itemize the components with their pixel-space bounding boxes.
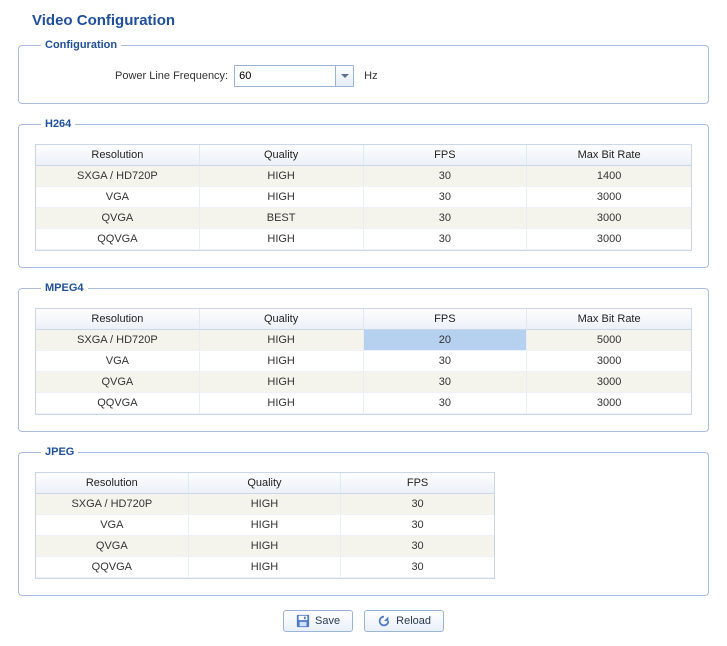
power-line-frequency-label: Power Line Frequency: bbox=[115, 70, 228, 82]
cell-quality[interactable]: HIGH bbox=[189, 557, 342, 578]
h264-col-quality[interactable]: Quality bbox=[200, 145, 364, 166]
power-line-frequency-input[interactable] bbox=[235, 66, 333, 86]
cell-resolution[interactable]: QVGA bbox=[36, 208, 200, 229]
reload-button[interactable]: Reload bbox=[364, 610, 444, 632]
cell-fps[interactable]: 30 bbox=[364, 166, 528, 187]
power-line-frequency-unit: Hz bbox=[364, 70, 377, 82]
cell-quality[interactable]: HIGH bbox=[200, 166, 364, 187]
cell-quality[interactable]: HIGH bbox=[189, 536, 342, 557]
cell-maxbitrate[interactable]: 5000 bbox=[527, 330, 691, 351]
cell-quality[interactable]: HIGH bbox=[189, 515, 342, 536]
power-line-frequency-select[interactable] bbox=[234, 65, 354, 87]
mpeg4-col-fps[interactable]: FPS bbox=[364, 309, 528, 330]
cell-fps[interactable]: 30 bbox=[341, 536, 494, 557]
button-bar: Save Reload bbox=[18, 610, 709, 632]
mpeg4-panel: MPEG4 Resolution Quality FPS Max Bit Rat… bbox=[18, 282, 709, 432]
cell-resolution[interactable]: VGA bbox=[36, 187, 200, 208]
save-button-label: Save bbox=[315, 615, 340, 627]
cell-fps[interactable]: 30 bbox=[364, 187, 528, 208]
table-row[interactable]: VGAHIGH30 bbox=[36, 515, 494, 536]
table-row[interactable]: VGAHIGH303000 bbox=[36, 351, 691, 372]
cell-resolution[interactable]: QVGA bbox=[36, 372, 200, 393]
cell-resolution[interactable]: SXGA / HD720P bbox=[36, 494, 189, 515]
table-row[interactable]: QVGABEST303000 bbox=[36, 208, 691, 229]
table-row[interactable]: QVGAHIGH303000 bbox=[36, 372, 691, 393]
cell-maxbitrate[interactable]: 3000 bbox=[527, 372, 691, 393]
cell-maxbitrate[interactable]: 3000 bbox=[527, 187, 691, 208]
reload-icon bbox=[377, 614, 391, 628]
h264-col-resolution[interactable]: Resolution bbox=[36, 145, 200, 166]
mpeg4-col-quality[interactable]: Quality bbox=[200, 309, 364, 330]
cell-resolution[interactable]: VGA bbox=[36, 351, 200, 372]
table-row[interactable]: QVGAHIGH30 bbox=[36, 536, 494, 557]
cell-fps[interactable]: 30 bbox=[364, 208, 528, 229]
cell-quality[interactable]: HIGH bbox=[200, 330, 364, 351]
h264-col-fps[interactable]: FPS bbox=[364, 145, 528, 166]
dropdown-trigger[interactable] bbox=[335, 66, 353, 86]
cell-fps[interactable]: 20 bbox=[364, 330, 528, 351]
cell-resolution[interactable]: QQVGA bbox=[36, 393, 200, 414]
cell-fps[interactable]: 30 bbox=[341, 515, 494, 536]
cell-maxbitrate[interactable]: 3000 bbox=[527, 351, 691, 372]
cell-quality[interactable]: HIGH bbox=[200, 393, 364, 414]
cell-fps[interactable]: 30 bbox=[364, 229, 528, 250]
h264-legend: H264 bbox=[41, 118, 75, 130]
table-row[interactable]: QQVGAHIGH303000 bbox=[36, 393, 691, 414]
jpeg-col-quality[interactable]: Quality bbox=[189, 473, 342, 494]
table-row[interactable]: SXGA / HD720PHIGH301400 bbox=[36, 166, 691, 187]
table-row[interactable]: SXGA / HD720PHIGH30 bbox=[36, 494, 494, 515]
cell-quality[interactable]: HIGH bbox=[200, 351, 364, 372]
cell-maxbitrate[interactable]: 3000 bbox=[527, 208, 691, 229]
table-row[interactable]: SXGA / HD720PHIGH205000 bbox=[36, 330, 691, 351]
cell-resolution[interactable]: QVGA bbox=[36, 536, 189, 557]
cell-maxbitrate[interactable]: 3000 bbox=[527, 229, 691, 250]
mpeg4-col-maxbitrate[interactable]: Max Bit Rate bbox=[527, 309, 691, 330]
cell-quality[interactable]: HIGH bbox=[200, 187, 364, 208]
configuration-panel: Configuration Power Line Frequency: Hz bbox=[18, 39, 709, 104]
cell-resolution[interactable]: QQVGA bbox=[36, 229, 200, 250]
cell-resolution[interactable]: SXGA / HD720P bbox=[36, 166, 200, 187]
h264-col-maxbitrate[interactable]: Max Bit Rate bbox=[527, 145, 691, 166]
mpeg4-col-resolution[interactable]: Resolution bbox=[36, 309, 200, 330]
jpeg-panel: JPEG Resolution Quality FPS SXGA / HD720… bbox=[18, 446, 709, 596]
mpeg4-legend: MPEG4 bbox=[41, 282, 88, 294]
page-title: Video Configuration bbox=[32, 12, 709, 29]
save-icon bbox=[296, 614, 310, 628]
cell-quality[interactable]: BEST bbox=[200, 208, 364, 229]
reload-button-label: Reload bbox=[396, 615, 431, 627]
chevron-down-icon bbox=[341, 72, 349, 80]
table-row[interactable]: QQVGAHIGH30 bbox=[36, 557, 494, 578]
cell-fps[interactable]: 30 bbox=[364, 372, 528, 393]
cell-quality[interactable]: HIGH bbox=[200, 229, 364, 250]
cell-maxbitrate[interactable]: 3000 bbox=[527, 393, 691, 414]
cell-fps[interactable]: 30 bbox=[364, 351, 528, 372]
h264-table: Resolution Quality FPS Max Bit Rate SXGA… bbox=[35, 144, 692, 251]
cell-maxbitrate[interactable]: 1400 bbox=[527, 166, 691, 187]
h264-panel: H264 Resolution Quality FPS Max Bit Rate… bbox=[18, 118, 709, 268]
cell-resolution[interactable]: QQVGA bbox=[36, 557, 189, 578]
table-row[interactable]: VGAHIGH303000 bbox=[36, 187, 691, 208]
save-button[interactable]: Save bbox=[283, 610, 353, 632]
jpeg-col-fps[interactable]: FPS bbox=[341, 473, 494, 494]
jpeg-legend: JPEG bbox=[41, 446, 78, 458]
cell-fps[interactable]: 30 bbox=[341, 557, 494, 578]
table-row[interactable]: QQVGAHIGH303000 bbox=[36, 229, 691, 250]
cell-quality[interactable]: HIGH bbox=[200, 372, 364, 393]
cell-fps[interactable]: 30 bbox=[341, 494, 494, 515]
jpeg-col-resolution[interactable]: Resolution bbox=[36, 473, 189, 494]
cell-resolution[interactable]: VGA bbox=[36, 515, 189, 536]
cell-quality[interactable]: HIGH bbox=[189, 494, 342, 515]
configuration-legend: Configuration bbox=[41, 39, 121, 51]
mpeg4-table: Resolution Quality FPS Max Bit Rate SXGA… bbox=[35, 308, 692, 415]
cell-resolution[interactable]: SXGA / HD720P bbox=[36, 330, 200, 351]
jpeg-table: Resolution Quality FPS SXGA / HD720PHIGH… bbox=[35, 472, 495, 579]
cell-fps[interactable]: 30 bbox=[364, 393, 528, 414]
